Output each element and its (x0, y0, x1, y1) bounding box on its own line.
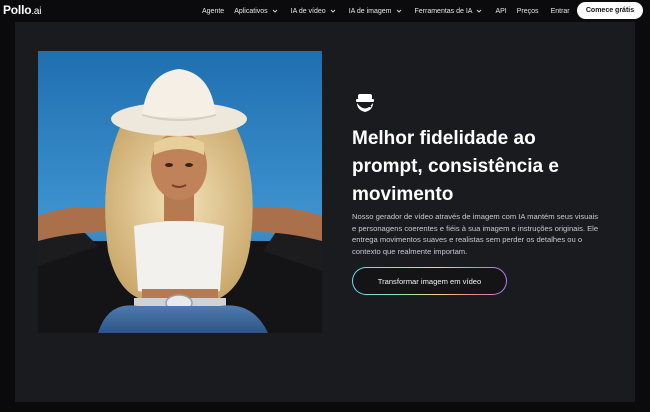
nav-item-label: IA de vídeo (290, 7, 326, 15)
feature-headline: Melhor fidelidade ao prompt, consistênci… (352, 128, 559, 205)
logo-text: Pollo (3, 3, 32, 17)
chevron-down-icon (475, 7, 483, 15)
page-edge (635, 22, 650, 412)
logo-suffix: .ai (31, 6, 42, 17)
chevron-down-icon (329, 7, 337, 15)
nav-item-ia-de-imagem[interactable]: IA de imagem (349, 7, 403, 15)
start-free-button[interactable]: Comece grátis (577, 2, 643, 19)
hero-image (38, 51, 322, 333)
nav-item-aplicativos[interactable]: Aplicativos (234, 7, 278, 15)
chevron-down-icon (395, 7, 403, 15)
nav-item-precos[interactable]: Preços (517, 8, 539, 15)
nav-menu: Agente Aplicativos IA de vídeo IA de ima… (202, 0, 570, 22)
logo[interactable]: Pollo .ai (3, 3, 42, 17)
nav-item-label: API (495, 7, 507, 15)
nav-item-label: Entrar (550, 7, 570, 15)
chevron-down-icon (271, 7, 279, 15)
nav-item-entrar[interactable]: Entrar (551, 8, 570, 15)
top-navbar: Pollo .ai Agente Aplicativos IA de vídeo … (0, 0, 650, 22)
nav-item-agente[interactable]: Agente (202, 8, 224, 15)
feature-description: Nosso gerador de vídeo através de imagem… (352, 212, 599, 256)
nav-item-api[interactable]: API (495, 8, 506, 15)
nav-item-ferramentas-de-ia[interactable]: Ferramentas de IA (415, 7, 484, 15)
cowgirl-photo-icon (38, 51, 322, 333)
nav-item-label: Aplicativos (234, 7, 268, 15)
nav-item-label: IA de imagem (348, 7, 392, 15)
face-icon (354, 92, 376, 114)
image-to-video-button[interactable]: Transformar imagem em vídeo (352, 267, 507, 295)
nav-item-label: Preços (516, 7, 539, 15)
image-to-video-button-label: Transformar imagem em vídeo (353, 268, 506, 294)
nav-item-label: Ferramentas de IA (414, 7, 473, 15)
nav-item-ia-de-video[interactable]: IA de vídeo (291, 7, 337, 15)
nav-item-label: Agente (202, 7, 225, 15)
